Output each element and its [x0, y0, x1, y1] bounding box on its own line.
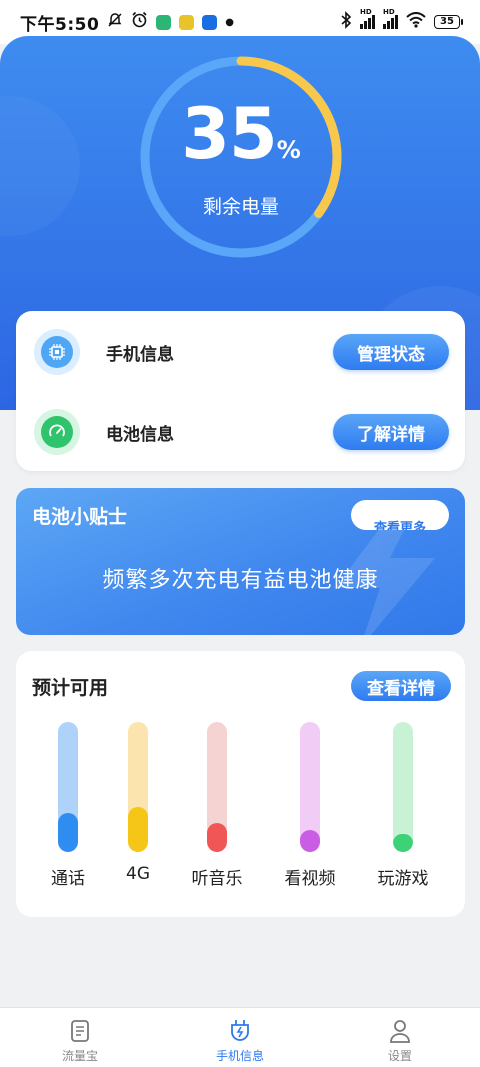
chip-icon	[34, 329, 80, 375]
manage-status-button[interactable]: 管理状态	[333, 334, 449, 370]
document-icon	[71, 1020, 89, 1042]
usage-label: 听音乐	[191, 869, 243, 889]
wifi-icon	[406, 11, 426, 33]
nav-item-settings[interactable]: 设置	[320, 1008, 480, 1067]
remaining-battery-label: 剩余电量	[202, 196, 279, 218]
learn-details-button[interactable]: 了解详情	[333, 414, 449, 450]
usage-label: 4G	[126, 864, 150, 884]
usage-bar-track	[128, 722, 148, 852]
view-more-label: 查看更多	[373, 521, 426, 530]
percent-sign: %	[276, 136, 301, 164]
usage-label: 通话	[51, 869, 85, 889]
tips-title: 电池小贴士	[32, 506, 128, 528]
view-more-button[interactable]: 查看更多	[351, 500, 449, 530]
estimated-usage-title: 预计可用	[32, 677, 109, 699]
usage-bar-fill	[58, 813, 78, 852]
usage-item-game: 玩游戏	[363, 722, 443, 889]
alarm-icon	[131, 11, 148, 33]
usage-bar-track	[393, 722, 413, 852]
usage-bar-fill	[300, 829, 320, 852]
tips-text: 频繁多次充电有益电池健康	[102, 568, 379, 593]
usage-bar-track	[207, 722, 227, 852]
zhihu-icon	[202, 14, 218, 30]
nav-label: 设置	[387, 1049, 412, 1063]
usage-item-music: 听音乐	[177, 722, 257, 889]
app-notification-icon	[179, 14, 195, 30]
usage-bar-fill	[393, 833, 413, 852]
battery-gauge: 35% 剩余电量	[138, 54, 344, 260]
signal-icon-2: HD	[383, 8, 398, 29]
nav-label: 手机信息	[215, 1049, 264, 1063]
gauge-icon	[34, 409, 80, 455]
usage-label: 玩游戏	[377, 869, 429, 889]
more-notifications-dot: ●	[225, 16, 235, 28]
usage-bar-track	[300, 722, 320, 852]
usage-item-video: 看视频	[270, 722, 350, 889]
bottom-nav: 流量宝 手机信息 设置	[0, 1007, 480, 1067]
usage-label: 看视频	[284, 869, 336, 889]
status-time: 下午5:50	[20, 14, 100, 35]
usage-bar-track	[58, 722, 78, 852]
info-card: 手机信息 管理状态 电池信息 了解详情	[16, 311, 465, 471]
person-icon	[390, 1020, 410, 1043]
nav-label: 流量宝	[61, 1049, 98, 1063]
bluetooth-icon	[340, 10, 352, 34]
battery-indicator: 35	[434, 15, 463, 29]
signal-icon: HD	[360, 8, 375, 29]
nav-item-traffic[interactable]: 流量宝	[0, 1008, 160, 1067]
battery-tips-card: 电池小贴士 查看更多 频繁多次充电有益电池健康	[16, 488, 465, 635]
phone-info-row[interactable]: 手机信息 管理状态	[16, 324, 465, 380]
usage-bar-fill	[128, 806, 148, 852]
estimated-usage-card: 预计可用 查看详情 通话 4G 听音乐 看视频 玩游戏	[16, 651, 465, 917]
phone-info-label: 手机信息	[106, 344, 174, 365]
view-details-button[interactable]: 查看详情	[351, 671, 451, 701]
usage-item-4g: 4G	[98, 722, 178, 884]
nav-item-phone-info[interactable]: 手机信息	[160, 1008, 320, 1067]
battery-info-row[interactable]: 电池信息 了解详情	[16, 404, 465, 460]
charging-icon	[231, 1020, 249, 1041]
play-store-icon	[156, 14, 172, 30]
battery-info-label: 电池信息	[106, 424, 174, 445]
usage-item-call: 通话	[28, 722, 108, 889]
usage-bar-fill	[207, 823, 227, 852]
battery-percent: 35	[181, 93, 277, 175]
muted-bell-icon	[107, 12, 123, 33]
